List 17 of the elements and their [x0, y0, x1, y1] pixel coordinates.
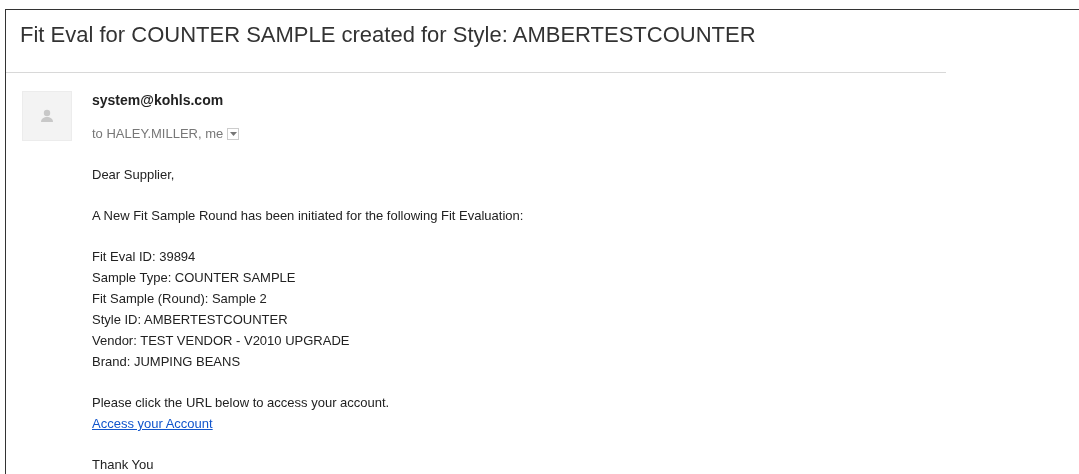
detail-line: Sample Type: COUNTER SAMPLE [92, 269, 297, 287]
recipients: to HALEY.MILLER, me [92, 125, 224, 143]
caret-icon [229, 131, 237, 136]
detail-line: Fit Eval ID: 39894 [92, 248, 197, 266]
email-subject: Fit Eval for COUNTER SAMPLE created for Style: AMBERTESTCOUNTER [20, 22, 757, 48]
avatar-icon [22, 91, 72, 141]
detail-line: Vendor: TEST VENDOR - V2010 UPGRADE [92, 332, 351, 350]
intro-text: A New Fit Sample Round has been initiated for the following Fit Evaluation: [92, 207, 524, 225]
detail-line: Style ID: AMBERTESTCOUNTER [92, 311, 289, 329]
instruction-text: Please click the URL below to access your account. [92, 394, 391, 412]
details-dropdown-button[interactable] [227, 127, 240, 140]
detail-line: Fit Sample (Round): Sample 2 [92, 290, 268, 308]
account-link[interactable]: Access your Account [92, 416, 213, 431]
sender-address: system@kohls.com [92, 92, 225, 109]
greeting: Dear Supplier, [92, 166, 176, 184]
detail-line: Brand: JUMPING BEANS [92, 353, 242, 371]
closing-text: Thank You [92, 456, 155, 474]
